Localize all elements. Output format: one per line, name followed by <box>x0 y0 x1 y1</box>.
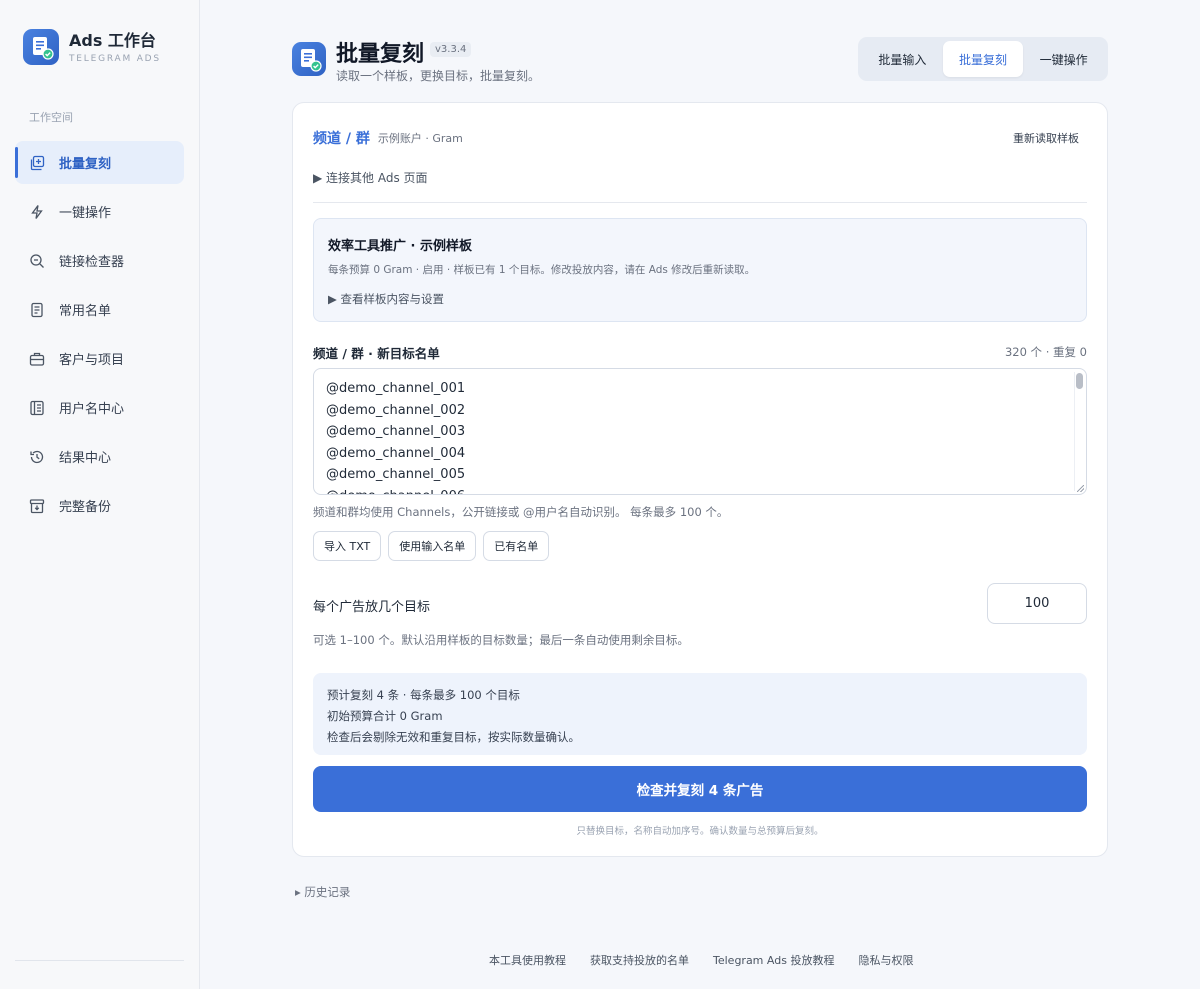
target-list-textarea[interactable]: @demo_channel_001 @demo_channel_002 @dem… <box>313 368 1087 495</box>
footer-link-privacy[interactable]: 隐私与权限 <box>858 952 913 968</box>
targets-per-ad-hint: 可选 1–100 个。默认沿用样板的目标数量；最后一条自动使用剩余目标。 <box>313 633 689 647</box>
briefcase-icon <box>29 351 45 367</box>
sidebar-item-label: 用户名中心 <box>59 402 125 417</box>
lightning-icon <box>29 204 45 220</box>
list-item: @demo_channel_003 <box>326 424 466 439</box>
list-actions: 导入 TXT 使用输入名单 已有名单 <box>313 531 550 561</box>
textarea-scrollbar[interactable] <box>1074 372 1083 491</box>
summary-line: 初始预算合计 0 Gram <box>327 709 443 723</box>
sidebar-item-label: 链接检查器 <box>59 255 125 270</box>
target-list-count: 320 个 · 重复 0 <box>1004 345 1087 359</box>
resize-grip-icon[interactable] <box>1077 485 1084 492</box>
sidebar-item-label: 一键操作 <box>59 206 112 221</box>
sidebar-item-label: 常用名单 <box>59 304 112 319</box>
batch-copy-card: 频道 / 群 示例账户 · Gram 重新读取样板 ▶ 连接其他 Ads 页面 … <box>292 102 1108 857</box>
summary-line: 预计复刻 4 条 · 每条最多 100 个目标 <box>327 688 520 702</box>
targets-per-ad-input[interactable]: 100 <box>987 583 1087 624</box>
sidebar-item-label: 结果中心 <box>59 451 112 466</box>
brand: Ads 工作台 TELEGRAM ADS <box>23 29 161 65</box>
divider <box>313 202 1087 203</box>
sidebar-item-one-click[interactable]: 一键操作 <box>15 190 184 233</box>
template-meta: 每条预算 0 Gram · 启用 · 样板已有 1 个目标。修改投放内容，请在 … <box>328 264 756 276</box>
connect-other-page-toggle[interactable]: ▶ 连接其他 Ads 页面 <box>313 169 428 186</box>
sidebar-item-username-center[interactable]: 用户名中心 <box>15 386 184 429</box>
sidebar-item-label: 完整备份 <box>59 500 112 515</box>
page-subtitle: 读取一个样板，更换目标，批量复刻。 <box>336 69 541 83</box>
address-book-icon <box>29 400 45 416</box>
sidebar-section-label: 工作空间 <box>29 111 73 124</box>
copy-note: 只替换目标，名称自动加序号。确认数量与总预算后复刻。 <box>576 826 824 837</box>
mode-tabs: 批量输入 批量复刻 一键操作 <box>858 37 1108 81</box>
sidebar-item-clients-projects[interactable]: 客户与项目 <box>15 337 184 380</box>
brand-subtitle: TELEGRAM ADS <box>69 53 161 64</box>
sidebar-nav: 批量复刻 一键操作 链接检查器 常用名单 客户与项目 用户名中心 结果中心 完整… <box>15 141 184 533</box>
target-list-hint: 频道和群均使用 Channels，公开链接或 @用户名自动识别。 每条最多 10… <box>313 505 729 519</box>
footer-link-supported-list[interactable]: 获取支持投放的名单 <box>590 952 689 968</box>
scrollbar-thumb[interactable] <box>1076 373 1083 389</box>
tab-batch-copy[interactable]: 批量复刻 <box>942 41 1024 77</box>
sidebar-item-label: 批量复刻 <box>59 157 112 172</box>
app-logo-icon <box>23 29 59 65</box>
existing-lists-button[interactable]: 已有名单 <box>483 531 550 561</box>
account-label: 示例账户 · Gram <box>377 132 463 145</box>
page-logo-icon <box>292 42 326 76</box>
view-template-toggle[interactable]: ▶ 查看样板内容与设置 <box>328 291 444 307</box>
version-badge: v3.3.4 <box>430 42 472 57</box>
sidebar-item-label: 客户与项目 <box>59 353 125 368</box>
import-txt-button[interactable]: 导入 TXT <box>313 531 382 561</box>
copy-plus-icon <box>29 155 45 171</box>
sidebar-item-results-center[interactable]: 结果中心 <box>15 435 184 478</box>
footer-links: 本工具使用教程 获取支持投放的名单 Telegram Ads 投放教程 隐私与权… <box>489 952 913 968</box>
history-toggle[interactable]: ▸ 历史记录 <box>295 884 350 900</box>
channel-header: 频道 / 群 示例账户 · Gram 重新读取样板 <box>313 128 1087 148</box>
search-link-icon <box>29 253 45 269</box>
brand-title: Ads 工作台 <box>69 30 156 50</box>
template-panel: 效率工具推广 · 示例样板 每条预算 0 Gram · 启用 · 样板已有 1 … <box>313 218 1087 322</box>
sidebar-item-common-lists[interactable]: 常用名单 <box>15 288 184 331</box>
tab-one-click[interactable]: 一键操作 <box>1023 41 1104 77</box>
sidebar-item-batch-copy[interactable]: 批量复刻 <box>15 141 184 184</box>
archive-icon <box>29 498 45 514</box>
history-icon <box>29 449 45 465</box>
sidebar-item-link-checker[interactable]: 链接检查器 <box>15 239 184 282</box>
target-list-label: 频道 / 群 · 新目标名单 <box>313 346 440 361</box>
template-title: 效率工具推广 · 示例样板 <box>328 239 472 254</box>
copy-summary: 预计复刻 4 条 · 每条最多 100 个目标 初始预算合计 0 Gram 检查… <box>313 673 1087 755</box>
list-item: @demo_channel_006 <box>326 486 1074 495</box>
list-item: @demo_channel_001 <box>326 381 466 396</box>
reload-template-button[interactable]: 重新读取样板 <box>1013 130 1079 146</box>
tab-batch-input[interactable]: 批量输入 <box>862 41 943 77</box>
channel-title: 频道 / 群 <box>313 131 370 147</box>
sidebar: Ads 工作台 TELEGRAM ADS 工作空间 批量复刻 一键操作 链接检查… <box>0 0 200 989</box>
list-item: @demo_channel_004 <box>326 445 466 461</box>
use-input-list-button[interactable]: 使用输入名单 <box>388 531 477 561</box>
list-item: @demo_channel_005 <box>326 467 466 482</box>
sidebar-divider <box>15 960 184 961</box>
targets-per-ad-label: 每个广告放几个目标 <box>313 600 431 615</box>
summary-line: 检查后会剔除无效和重复目标，按实际数量确认。 <box>327 730 580 744</box>
sidebar-item-full-backup[interactable]: 完整备份 <box>15 484 184 527</box>
page-title: 批量复刻 <box>336 42 425 67</box>
footer-link-tutorial[interactable]: 本工具使用教程 <box>489 952 566 968</box>
document-list-icon <box>29 302 45 318</box>
list-item: @demo_channel_002 <box>326 402 466 418</box>
check-and-copy-button[interactable]: 检查并复刻 4 条广告 <box>313 766 1087 812</box>
footer-link-ads-tutorial[interactable]: Telegram Ads 投放教程 <box>713 952 834 968</box>
